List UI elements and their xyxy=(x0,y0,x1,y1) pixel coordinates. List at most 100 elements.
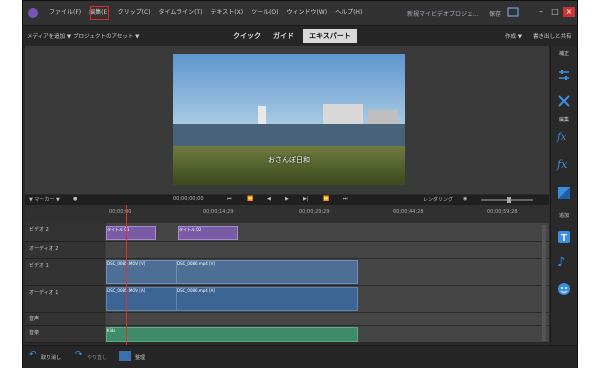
title-clip[interactable]: タイトル 01 xyxy=(106,226,156,240)
clip-label: DSC_0086.mp4 [A] xyxy=(177,288,215,293)
section-label-adjust: 補正 xyxy=(558,51,569,57)
transitions-icon[interactable] xyxy=(557,186,571,200)
track-header-audio1[interactable]: オーディオ 1 xyxy=(25,286,105,313)
step-back-icon[interactable]: ◀ xyxy=(267,196,271,202)
add-media-button[interactable]: メディアを追加 ▼ xyxy=(27,32,71,40)
adjust-sliders-icon[interactable] xyxy=(557,68,571,82)
project-assets-button[interactable]: プロジェクトのアセット ▼ xyxy=(73,32,139,40)
rendering-button[interactable]: レンダリング xyxy=(423,196,453,203)
title-clip[interactable]: タイトル 02 xyxy=(178,226,238,240)
title-bar: ファイル(F) 編集(E) クリップ(C) タイムライン(T) テキスト(X) … xyxy=(23,1,577,25)
track-lane-music[interactable]: Kids xyxy=(106,326,549,343)
action-bar: 補正 編集 fx fx 追加 T ♪ xyxy=(550,46,577,346)
organizer-button[interactable]: 整理 xyxy=(135,354,145,361)
title-text-icon[interactable]: T xyxy=(557,230,571,244)
applied-effects-icon[interactable]: fx xyxy=(557,132,571,146)
prev-edit-icon[interactable]: ⏪ xyxy=(247,196,253,202)
tab-guided[interactable]: ガイド xyxy=(273,29,294,43)
preview-tower xyxy=(258,106,266,124)
close-icon[interactable]: × xyxy=(563,7,575,17)
track-header-narration[interactable]: 音声 xyxy=(25,313,105,326)
menu-help[interactable]: ヘルプ(H) xyxy=(331,1,366,25)
monitor-panel: おさんぽ日和 xyxy=(25,46,549,194)
track-name: 音声 xyxy=(29,316,40,322)
track-name: ビデオ 2 xyxy=(29,227,49,233)
redo-button[interactable]: やり直し xyxy=(87,354,107,361)
section-label-add: 追加 xyxy=(558,213,569,219)
track-lane-video2[interactable]: タイトル 01 タイトル 02 xyxy=(106,223,549,242)
undo-icon[interactable]: ↶ xyxy=(29,350,37,360)
vertical-scrollbar[interactable] xyxy=(542,225,546,341)
create-button[interactable]: 作成 ▼ xyxy=(505,32,522,40)
tab-quick[interactable]: クイック xyxy=(233,29,261,43)
track-header-video1[interactable]: ビデオ 1 xyxy=(25,259,105,286)
track-lane-audio2[interactable] xyxy=(106,242,549,259)
tools-icon[interactable] xyxy=(557,94,571,108)
save-button[interactable]: 保存 xyxy=(489,9,501,18)
menu-text[interactable]: テキスト(X) xyxy=(206,1,247,25)
undo-button[interactable]: 取り消し xyxy=(41,354,61,361)
playhead[interactable] xyxy=(126,205,127,345)
organizer-icon[interactable] xyxy=(119,351,131,361)
menu-bar: ファイル(F) 編集(E) クリップ(C) タイムライン(T) テキスト(X) … xyxy=(45,1,366,25)
track-lane-audio1[interactable]: DSC_0085.MOV [A] DSC_0086.mp4 [A] xyxy=(106,286,549,313)
redo-icon[interactable]: ↷ xyxy=(75,350,83,360)
marker-menu[interactable]: ▼ マーカー ▼ xyxy=(29,196,60,203)
track-name: オーディオ 1 xyxy=(29,290,59,296)
bottom-bar: ↶ 取り消し ↷ やり直し 整理 xyxy=(23,345,577,368)
track-lane-video1[interactable]: DSC_0085.MOV [V] DSC_0086.mp4 [V] xyxy=(106,259,549,286)
ruler-label: 00;00;29;29 xyxy=(299,209,330,215)
audio-clip[interactable]: DSC_0085.MOV [A] xyxy=(106,287,178,311)
play-icon[interactable]: ▶ xyxy=(285,196,289,202)
screen-icon[interactable] xyxy=(507,7,519,17)
menu-timeline[interactable]: タイムライン(T) xyxy=(155,1,207,25)
export-share-button[interactable]: 書き出しと共有 xyxy=(533,32,572,40)
menu-window[interactable]: ウィンドウ(W) xyxy=(282,1,331,25)
video-preview: おさんぽ日和 xyxy=(173,54,405,185)
step-forward-icon[interactable]: ▶| xyxy=(303,196,309,202)
timeline-tracks: ビデオ 2 タイトル 01 タイトル 02 オーディオ 2 ビデオ 1 DSC_… xyxy=(25,223,549,343)
minimize-icon[interactable]: – xyxy=(535,7,547,17)
preview-building xyxy=(323,104,363,126)
track-lane-narration[interactable] xyxy=(106,313,549,326)
go-end-icon[interactable]: ⏭ xyxy=(343,196,348,202)
maximize-icon[interactable]: □ xyxy=(549,7,561,17)
timecode: 00;00;00;00 xyxy=(173,196,204,202)
track-header-video2[interactable]: ビデオ 2 xyxy=(25,223,105,242)
track-header-music[interactable]: 音楽 xyxy=(25,326,105,343)
preview-caption: おさんぽ日和 xyxy=(268,156,310,164)
view-icon[interactable]: ◉ xyxy=(463,196,467,202)
project-title: 新規マイビデオプロジェ... xyxy=(407,11,479,18)
clip-label: DSC_0086.mp4 [V] xyxy=(177,261,215,266)
music-clip[interactable]: Kids xyxy=(106,327,358,342)
marker-add-icon[interactable]: ● xyxy=(73,196,77,202)
menu-tools[interactable]: ツール(O) xyxy=(247,1,282,25)
video-clip[interactable]: DSC_0086.mp4 [V] xyxy=(176,260,358,284)
playback-controls: ▼ マーカー ▼ ● 00;00;00;00 ⏮ ⏪ ◀ ▶ ▶| ⏩ ⏭ レン… xyxy=(25,195,549,205)
menu-file[interactable]: ファイル(F) xyxy=(45,1,85,25)
svg-text:T: T xyxy=(561,233,567,244)
menu-clip[interactable]: クリップ(C) xyxy=(114,1,155,25)
video-clip[interactable]: DSC_0085.MOV [V] xyxy=(106,260,178,284)
track-name: オーディオ 2 xyxy=(29,246,59,252)
ruler-label: 00;00;59;28 xyxy=(487,209,518,215)
ruler-label: 00;00;44;28 xyxy=(393,209,424,215)
preview-grass xyxy=(173,146,405,185)
next-edit-icon[interactable]: ⏩ xyxy=(323,196,329,202)
ruler-label: 00;00;14;29 xyxy=(203,209,234,215)
mode-toolbar: メディアを追加 ▼ プロジェクトのアセット ▼ クイック ガイド エキスパート … xyxy=(23,25,577,47)
app-logo-icon xyxy=(28,8,38,18)
tab-expert[interactable]: エキスパート xyxy=(303,29,357,43)
app-window: ファイル(F) 編集(E) クリップ(C) タイムライン(T) テキスト(X) … xyxy=(22,0,578,368)
zoom-slider-handle[interactable] xyxy=(507,197,511,203)
clip-label: Kids xyxy=(107,328,116,333)
go-start-icon[interactable]: ⏮ xyxy=(227,196,232,202)
menu-edit[interactable]: 編集(E) xyxy=(85,1,113,25)
music-icon[interactable]: ♪ xyxy=(557,256,571,270)
track-name: 音楽 xyxy=(29,330,40,336)
graphics-icon[interactable] xyxy=(557,282,571,296)
track-header-audio2[interactable]: オーディオ 2 xyxy=(25,242,105,259)
effects-icon[interactable]: fx xyxy=(557,158,571,172)
timeline-ruler[interactable]: 00;00;00 00;00;14;29 00;00;29;29 00;00;4… xyxy=(25,205,549,223)
audio-clip[interactable]: DSC_0086.mp4 [A] xyxy=(176,287,358,311)
